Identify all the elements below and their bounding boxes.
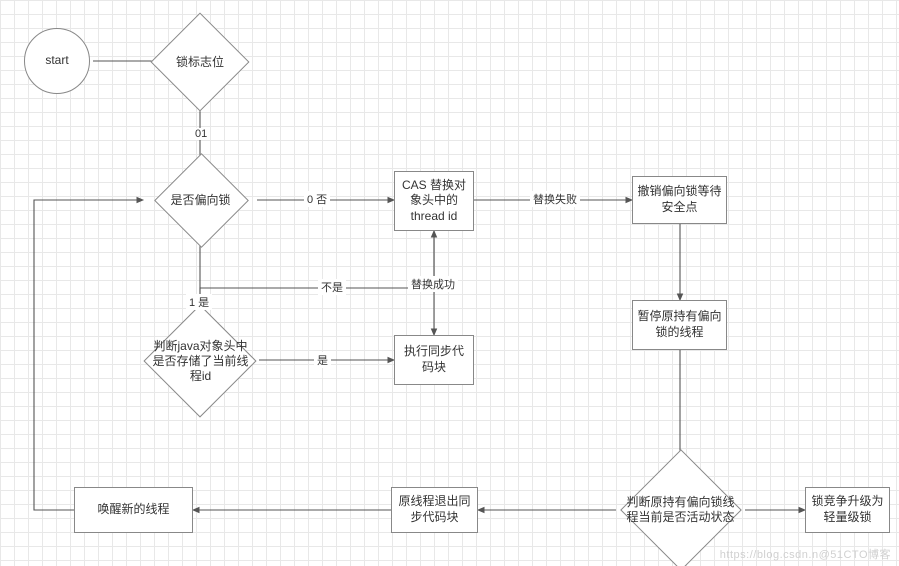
edge-label-replace-fail: 替换失败 [530, 191, 580, 207]
node-upgrade-lock: 锁竞争升级为轻量级锁 [805, 487, 890, 533]
node-pause-thread-label: 暂停原持有偏向锁的线程 [637, 309, 722, 340]
node-cas-replace-label: CAS 替换对象头中的thread id [399, 178, 469, 225]
edge-label-not-is: 不是 [318, 279, 346, 295]
node-cas-replace: CAS 替换对象头中的thread id [394, 171, 474, 231]
node-revoke-biased: 撤销偏向锁等待安全点 [632, 176, 727, 224]
edge-label-01: 01 [192, 128, 210, 140]
node-exit-sync-label: 原线程退出同步代码块 [396, 494, 473, 525]
node-exit-sync: 原线程退出同步代码块 [391, 487, 478, 533]
flowchart-canvas: start 锁标志位 是否偏向锁 判断java对象头中是否存储了当前线程id C… [0, 0, 899, 566]
edge-label-is: 是 [314, 352, 331, 368]
node-thread-alive: 判断原持有偏向锁线程当前是否活动状态 [616, 467, 745, 553]
node-lock-flag-label: 锁标志位 [172, 51, 228, 74]
node-upgrade-lock-label: 锁竞争升级为轻量级锁 [810, 494, 885, 525]
node-java-header-check-label: 判断java对象头中是否存储了当前线程id [145, 335, 256, 388]
node-revoke-biased-label: 撤销偏向锁等待安全点 [637, 184, 722, 215]
edge-label-replace-ok: 替换成功 [408, 276, 458, 292]
node-thread-alive-label: 判断原持有偏向锁线程当前是否活动状态 [619, 491, 742, 529]
edge-label-0-no: 0 否 [304, 191, 330, 207]
node-exec-sync: 执行同步代码块 [394, 335, 474, 385]
watermark: https://blog.csdn.n@51CTO博客 [720, 546, 891, 562]
node-wake-thread: 唤醒新的线程 [74, 487, 193, 533]
node-exec-sync-label: 执行同步代码块 [399, 344, 469, 375]
node-start: start [24, 28, 90, 94]
node-is-biased-label: 是否偏向锁 [147, 189, 254, 212]
node-java-header-check: 判断java对象头中是否存储了当前线程id [142, 321, 259, 401]
node-is-biased: 是否偏向锁 [144, 167, 257, 234]
node-wake-thread-label: 唤醒新的线程 [97, 502, 169, 518]
node-start-label: start [45, 53, 68, 69]
node-lock-flag: 锁标志位 [165, 27, 235, 97]
node-pause-thread: 暂停原持有偏向锁的线程 [632, 300, 727, 350]
edge-label-1-yes: 1 是 [186, 294, 212, 310]
